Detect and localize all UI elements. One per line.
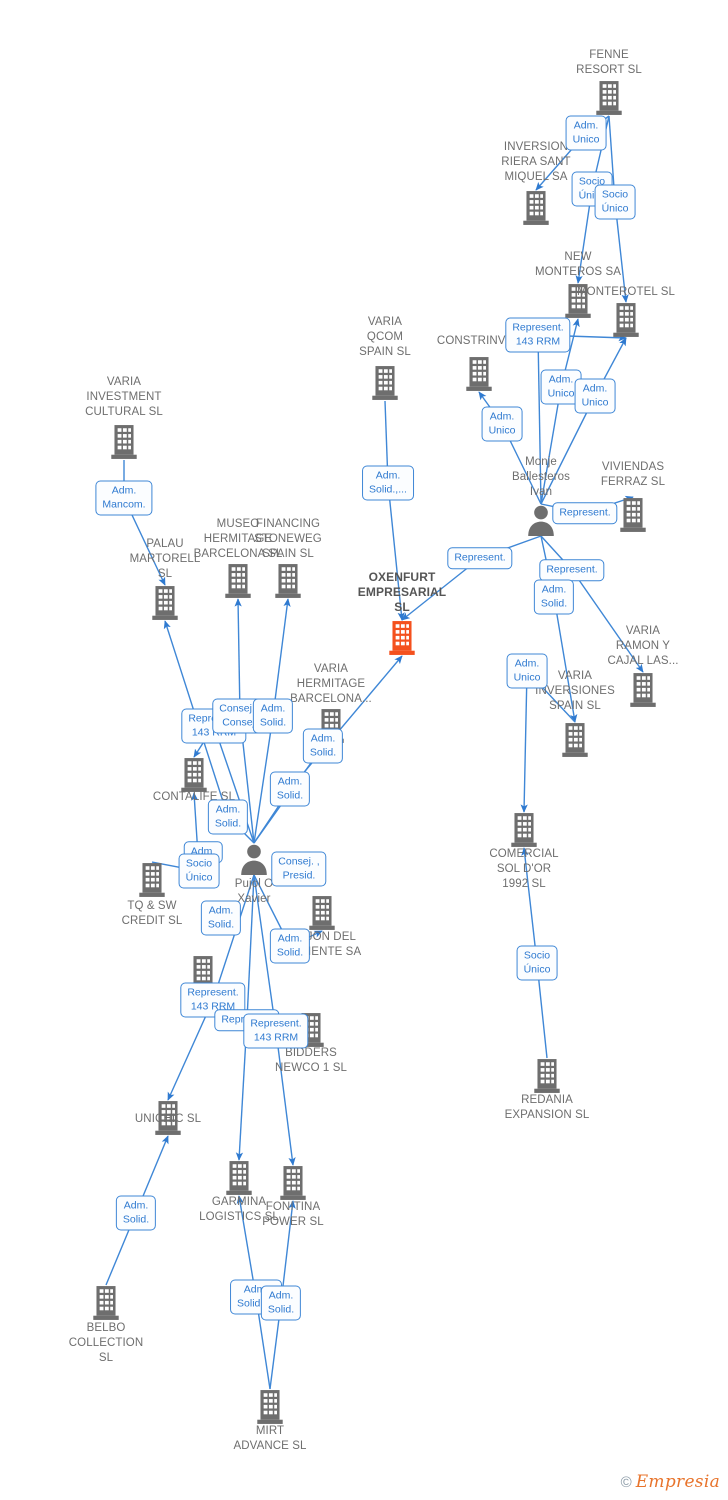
- relation-badge[interactable]: Adm. Mancom.: [95, 480, 153, 516]
- relation-badge[interactable]: Adm. Solid.: [269, 928, 311, 964]
- node-label: FENNE RESORT SL: [576, 49, 642, 76]
- company-node-fenne[interactable]: FENNE RESORT SL: [576, 48, 642, 78]
- company-node-palau[interactable]: PALAU MARTORELL SL: [130, 537, 201, 582]
- relation-badge[interactable]: Adm. Unico: [574, 378, 616, 414]
- relation-badge[interactable]: Adm. Solid.: [533, 579, 575, 615]
- company-node-financing[interactable]: FINANCING STONEWEG SPAIN SL: [254, 517, 322, 562]
- company-node-monterotel[interactable]: MONTEROTEL SL: [577, 285, 675, 300]
- company-node-mirt[interactable]: MIRT ADVANCE SL: [233, 1424, 306, 1454]
- relation-badge[interactable]: Adm. Solid.: [115, 1195, 157, 1231]
- company-node-unichic[interactable]: UNICHIC SL: [135, 1112, 201, 1127]
- company-icon[interactable]: [464, 356, 494, 397]
- company-icon[interactable]: [150, 585, 180, 626]
- watermark: © Empresia: [621, 1472, 720, 1492]
- company-node-comercial_sol[interactable]: COMERCIAL SOL D'OR 1992 SL: [489, 847, 558, 892]
- copyright-icon: ©: [620, 1473, 632, 1491]
- node-label: VARIA INVESTMENT CULTURAL SL: [85, 376, 163, 418]
- node-label: BIDDERS NEWCO 1 SL: [275, 1047, 347, 1074]
- company-node-varia_invest[interactable]: VARIA INVESTMENT CULTURAL SL: [85, 375, 163, 420]
- person-node-pujol[interactable]: Pujol O Xavier: [235, 877, 273, 907]
- node-label: VARIA QCOM SPAIN SL: [359, 316, 411, 358]
- company-node-tq_sw[interactable]: TQ & SW CREDIT SL: [122, 899, 183, 929]
- company-node-inversion_riera[interactable]: INVERSION RIERA SANT MIQUEL SA: [501, 140, 570, 185]
- node-label: VARIA RAMON Y CAJAL LAS...: [607, 625, 679, 667]
- person-node-monje[interactable]: Monje Ballesteros Ivan: [512, 455, 570, 500]
- relation-badge[interactable]: Adm. Solid.,...: [362, 465, 414, 501]
- node-label: OXENFURT EMPRESARIAL SL: [357, 570, 447, 614]
- node-label: COMERCIAL SOL D'OR 1992 SL: [489, 848, 559, 890]
- network-diagram-canvas[interactable]: OXENFURT EMPRESARIAL SL FENNE RESORT SL IN…: [0, 0, 728, 1500]
- node-label: FONITINA POWER SL: [262, 1201, 324, 1228]
- center-company-icon[interactable]: [387, 620, 417, 661]
- company-icon[interactable]: [521, 190, 551, 231]
- relation-badge[interactable]: Adm. Unico: [481, 406, 523, 442]
- relation-badge[interactable]: Socio Único: [516, 945, 558, 981]
- company-icon[interactable]: [628, 672, 658, 713]
- node-label: MONTEROTEL SL: [577, 286, 675, 298]
- company-node-oxenfurt[interactable]: OXENFURT EMPRESARIAL SL: [358, 570, 446, 615]
- relation-badge[interactable]: Adm. Solid.: [252, 698, 294, 734]
- company-icon[interactable]: [370, 365, 400, 406]
- company-node-fonitina[interactable]: FONITINA POWER SL: [262, 1200, 324, 1230]
- company-icon[interactable]: [273, 563, 303, 604]
- node-label: INVERSION RIERA SANT MIQUEL SA: [501, 141, 571, 183]
- relation-badge[interactable]: Socio Único: [178, 853, 220, 889]
- relation-badge[interactable]: Adm. Solid.: [269, 771, 311, 807]
- relation-badge[interactable]: Adm. Unico: [565, 115, 607, 151]
- relation-badge[interactable]: Adm. Solid.: [302, 728, 344, 764]
- node-label: NEW MONTEROS SA: [534, 251, 622, 278]
- company-icon[interactable]: [91, 1285, 121, 1326]
- node-label: FINANCING STONEWEG SPAIN SL: [254, 518, 322, 560]
- company-node-belbo[interactable]: BELBO COLLECTION SL: [69, 1321, 144, 1366]
- relation-badge[interactable]: Socio Único: [594, 184, 636, 220]
- company-node-varia_ramon[interactable]: VARIA RAMON Y CAJAL LAS...: [607, 624, 678, 669]
- company-icon[interactable]: [223, 563, 253, 604]
- company-node-redania[interactable]: REDANIA EXPANSION SL: [505, 1093, 590, 1123]
- relation-badge[interactable]: Adm. Solid.: [200, 900, 242, 936]
- company-icon[interactable]: [618, 497, 648, 538]
- relation-badge[interactable]: Represent. 143 RRM: [505, 317, 571, 353]
- edge-layer: [105, 115, 644, 1390]
- node-label: VIVIENDAS FERRAZ SL: [600, 461, 666, 488]
- node-label: BELBO COLLECTION SL: [68, 1322, 144, 1364]
- relation-badge[interactable]: Represent.: [447, 547, 513, 569]
- node-label: TQ & SW CREDIT SL: [121, 900, 183, 927]
- node-label: VARIA HERMITAGE BARCELONA...: [290, 663, 372, 705]
- node-label: REDANIA EXPANSION SL: [504, 1094, 590, 1121]
- company-node-viviendas[interactable]: VIVIENDAS FERRAZ SL: [601, 460, 665, 490]
- node-label: MIRT ADVANCE SL: [233, 1425, 307, 1452]
- person-icon[interactable]: [239, 843, 269, 880]
- company-icon[interactable]: [109, 424, 139, 465]
- company-icon[interactable]: [611, 302, 641, 343]
- relation-badge[interactable]: Adm. Solid.: [260, 1285, 302, 1321]
- relation-badge[interactable]: Represent.: [552, 502, 618, 524]
- company-node-new_monteros[interactable]: NEW MONTEROS SA: [535, 250, 621, 280]
- company-icon[interactable]: [560, 722, 590, 763]
- company-node-bidders[interactable]: BIDDERS NEWCO 1 SL: [275, 1046, 347, 1076]
- relation-badge[interactable]: Adm. Unico: [506, 653, 548, 689]
- node-label: UNICHIC SL: [134, 1113, 202, 1125]
- node-label: PALAU MARTORELL SL: [129, 538, 201, 580]
- relation-badge[interactable]: Consej. , Presid.: [271, 851, 327, 887]
- company-node-varia_herm[interactable]: VARIA HERMITAGE BARCELONA...: [290, 662, 372, 707]
- watermark-brand: Empresia: [635, 1472, 720, 1492]
- relation-badge[interactable]: Represent.: [539, 559, 605, 581]
- node-label: Monje Ballesteros Ivan: [512, 456, 570, 498]
- company-icon[interactable]: [137, 862, 167, 903]
- node-label: Pujol O Xavier: [234, 878, 274, 905]
- relation-badge[interactable]: Represent. 143 RRM: [243, 1013, 309, 1049]
- company-node-varia_qcom[interactable]: VARIA QCOM SPAIN SL: [359, 315, 411, 360]
- relation-badge[interactable]: Adm. Solid.: [207, 799, 249, 835]
